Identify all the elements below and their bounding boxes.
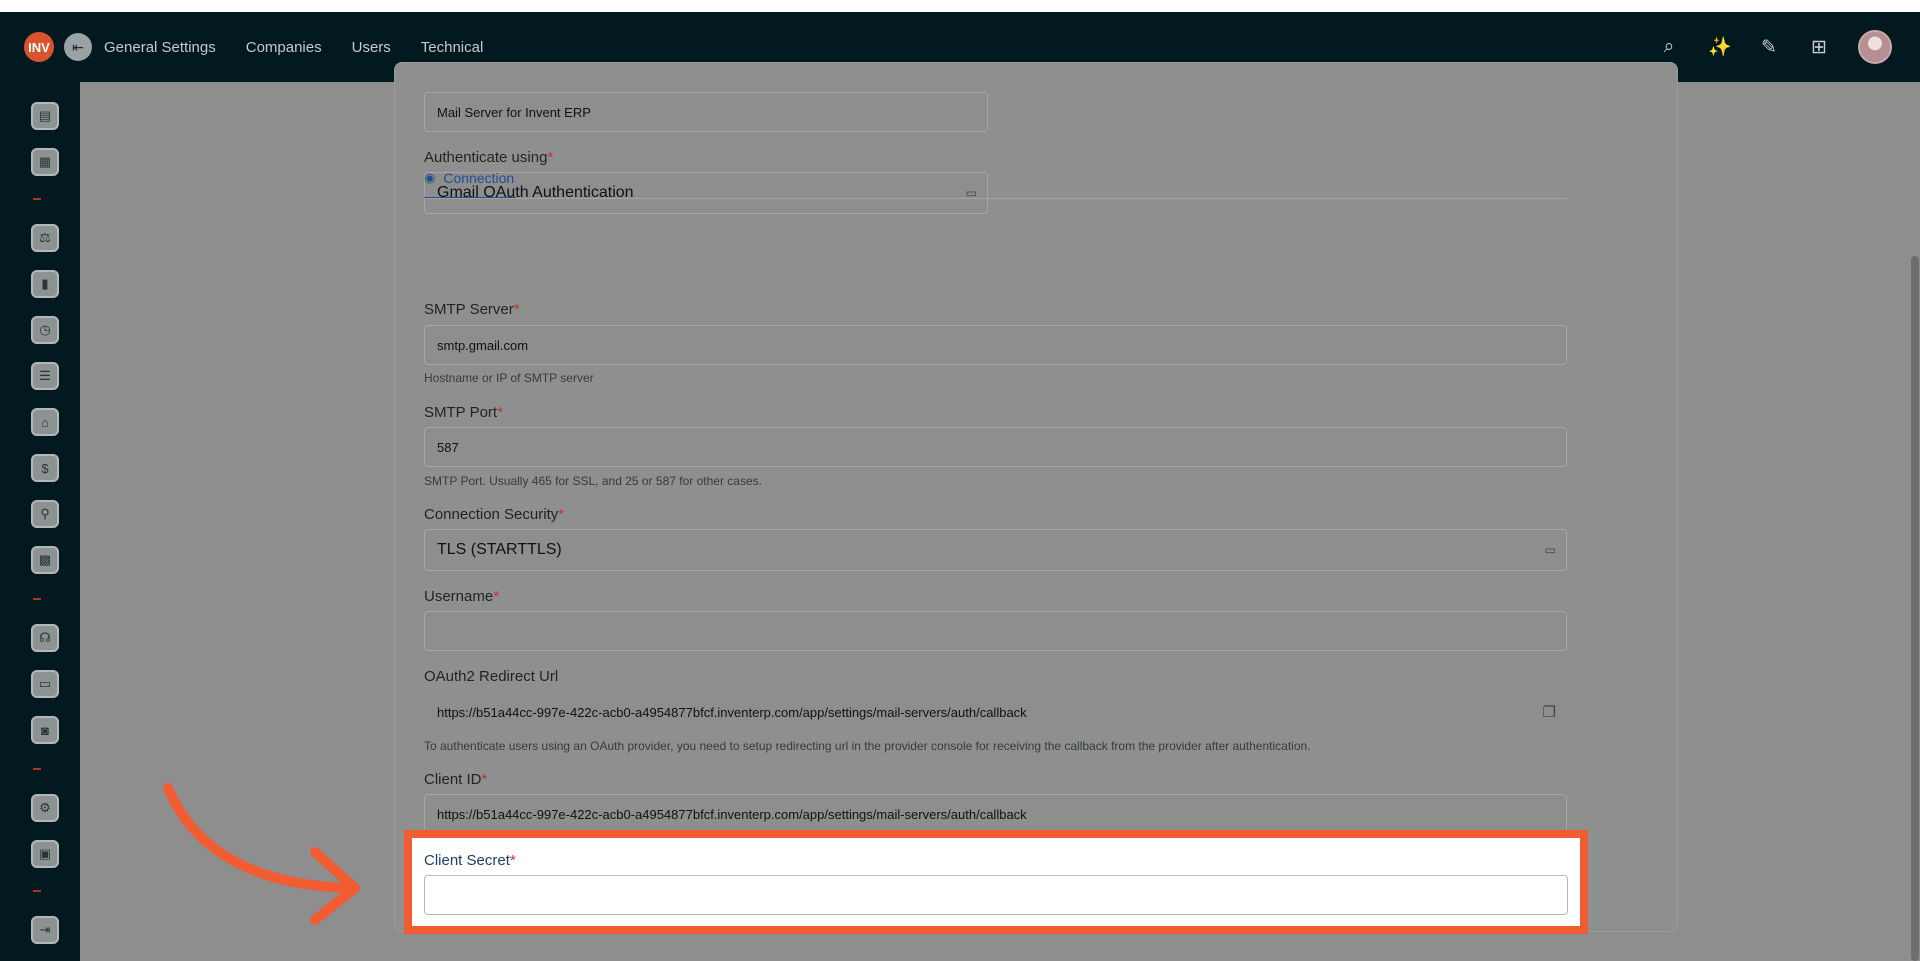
search-icon[interactable]: ⌕ bbox=[1658, 36, 1680, 58]
documents-icon[interactable]: ▭ bbox=[31, 670, 59, 698]
smtp-server-label: SMTP Server* bbox=[424, 301, 520, 318]
smtp-port-input[interactable]: 587 bbox=[424, 427, 1567, 467]
smtp-port-label: SMTP Port* bbox=[424, 404, 503, 421]
warehouse-icon[interactable]: ⌂ bbox=[31, 408, 59, 436]
sidebar-divider bbox=[33, 598, 41, 600]
scrollbar[interactable] bbox=[1911, 256, 1919, 961]
sidebar-divider bbox=[33, 890, 41, 892]
nav-companies[interactable]: Companies bbox=[246, 39, 322, 56]
tab-divider bbox=[424, 198, 1567, 199]
select-icon: ▭ bbox=[1544, 543, 1556, 557]
top-gap bbox=[0, 0, 1920, 12]
client-secret-highlight: Client Secret* bbox=[404, 830, 1588, 934]
contacts-icon[interactable]: ▣ bbox=[31, 840, 59, 868]
nav-technical[interactable]: Technical bbox=[421, 39, 484, 56]
calculator-icon[interactable]: ▩ bbox=[31, 546, 59, 574]
sidebar: ▤ ▦ ⚖ ▮ ◷ ☰ ⌂ $ ⚲ ▩ ☊ ▭ ◙ ⚙ ▣ ⇥ bbox=[0, 82, 80, 961]
top-actions: ⌕ ✨ ✎ ⊞ bbox=[1658, 12, 1892, 82]
app-logo[interactable]: INV bbox=[24, 32, 54, 62]
client-secret-input[interactable] bbox=[424, 875, 1568, 915]
copy-icon[interactable]: ❐ bbox=[1543, 703, 1556, 721]
connection-security-select[interactable]: TLS (STARTTLS) ▭ bbox=[424, 529, 1567, 571]
logout-icon[interactable]: ⇥ bbox=[31, 916, 59, 944]
username-input[interactable] bbox=[424, 611, 1567, 651]
oauth-redirect-field[interactable]: https://b51a44cc-997e-422c-acb0-a4954877… bbox=[424, 692, 1567, 732]
clipboard-icon[interactable]: ☰ bbox=[31, 362, 59, 390]
calendar-icon[interactable]: ◷ bbox=[31, 316, 59, 344]
connection-security-label: Connection Security* bbox=[424, 506, 565, 523]
client-id-label: Client ID* bbox=[424, 771, 488, 788]
username-label: Username* bbox=[424, 588, 500, 605]
nav-general-settings[interactable]: General Settings bbox=[104, 39, 216, 56]
bandage-icon[interactable]: ✎ bbox=[1758, 36, 1780, 59]
settings-icon[interactable]: ⚙ bbox=[31, 794, 59, 822]
reports-icon[interactable]: ▮ bbox=[31, 270, 59, 298]
magic-wand-icon[interactable]: ✨ bbox=[1708, 35, 1732, 59]
client-id-input[interactable]: https://b51a44cc-997e-422c-acb0-a4954877… bbox=[424, 794, 1567, 834]
oauth-redirect-value: https://b51a44cc-997e-422c-acb0-a4954877… bbox=[437, 704, 1027, 720]
smtp-server-hint: Hostname or IP of SMTP server bbox=[424, 371, 594, 385]
client-secret-label: Client Secret* bbox=[424, 852, 516, 869]
tab-connection-label: Connection bbox=[443, 170, 515, 186]
dashboard-icon[interactable]: ▤ bbox=[31, 102, 59, 130]
monitor-icon[interactable]: ◙ bbox=[31, 716, 59, 744]
inventory-icon[interactable]: ▦ bbox=[31, 148, 59, 176]
apps-grid-icon[interactable]: ⊞ bbox=[1808, 36, 1830, 59]
collapse-sidebar-icon[interactable]: ⇤ bbox=[64, 33, 92, 61]
connection-security-value: TLS (STARTTLS) bbox=[437, 541, 562, 558]
payments-icon[interactable]: $ bbox=[31, 454, 59, 482]
search-people-icon[interactable]: ⚲ bbox=[31, 500, 59, 528]
tab-connection[interactable]: ◉ Connection bbox=[424, 159, 517, 199]
sidebar-divider bbox=[33, 768, 41, 770]
smtp-port-hint: SMTP Port. Usually 465 for SSL, and 25 o… bbox=[424, 474, 762, 488]
oauth-redirect-hint: To authenticate users using an OAuth pro… bbox=[424, 739, 1311, 753]
oauth-redirect-label: OAuth2 Redirect Url bbox=[424, 668, 559, 685]
name-field[interactable]: Mail Server for Invent ERP bbox=[424, 92, 988, 132]
annotation-arrow-icon bbox=[163, 783, 360, 925]
sales-icon[interactable]: ⚖ bbox=[31, 224, 59, 252]
smtp-server-input[interactable]: smtp.gmail.com bbox=[424, 325, 1567, 365]
support-icon[interactable]: ☊ bbox=[31, 624, 59, 652]
user-avatar[interactable] bbox=[1858, 30, 1892, 64]
nav-users[interactable]: Users bbox=[352, 39, 391, 56]
connection-icon: ◉ bbox=[424, 170, 436, 185]
sidebar-divider bbox=[33, 198, 41, 200]
